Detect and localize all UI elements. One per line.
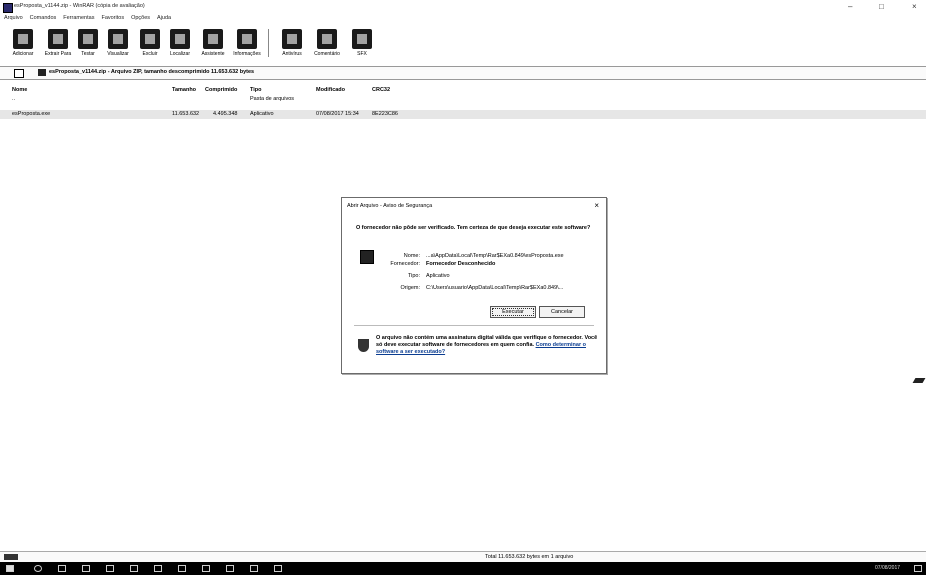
execute-button[interactable]: Executar [490,306,536,318]
find-button[interactable]: Localizar [163,25,197,57]
column-modified[interactable]: Modificado [316,87,345,93]
mouse-cursor-icon [912,378,926,383]
tray-date: 07/08/2017 [875,565,901,571]
row-type: Pasta de arquivos [250,96,295,102]
task-view-icon[interactable] [58,565,66,572]
menu-bar: Arquivo Comandos Ferramentas Favoritos O… [0,15,926,25]
menu-ferramentas[interactable]: Ferramentas [63,15,94,25]
taskbar: 07/08/2017 [0,562,926,575]
cancel-button[interactable]: Cancelar [539,306,585,318]
toolbar-divider [268,29,269,57]
sfx-icon [352,29,372,49]
row-name: esProposta.exe [12,111,51,117]
winrar-taskbar-icon[interactable] [226,565,234,572]
status-text: Total 11.653.632 bytes em 1 arquivo [485,554,574,560]
up-folder-button[interactable] [14,69,24,78]
minimize-button[interactable]: – [848,2,852,11]
name-label: Nome: [403,253,420,259]
wizard-icon [203,29,223,49]
origin-label: Origem: [400,285,420,291]
archive-icon [38,69,46,76]
menu-arquivo[interactable]: Arquivo [4,15,23,25]
dialog-divider [354,325,594,326]
app-icon-5[interactable] [274,565,282,572]
explorer-icon[interactable] [106,565,114,572]
close-button[interactable]: × [912,2,917,11]
app-icon-3[interactable] [202,565,210,572]
find-icon [170,29,190,49]
file-list-header: Nome Tamanho Comprimido Tipo Modificado … [0,86,926,95]
type-value: Aplicativo [426,273,450,279]
test-button[interactable]: Testar [71,25,105,57]
test-icon [78,29,98,49]
publisher-value: Fornecedor Desconhecido [426,261,496,267]
info-button[interactable]: Informações [230,25,264,57]
column-crc[interactable]: CRC32 [372,87,390,93]
row-name: .. [12,96,16,102]
start-icon[interactable] [6,565,14,572]
app-icon-1[interactable] [154,565,162,572]
dialog-close-button[interactable]: × [594,201,599,210]
extract-button[interactable]: Extrair Para [41,25,75,57]
unsigned-warning: O arquivo não contém uma assinatura digi… [376,335,600,356]
toolbar: Adicionar Extrair Para Testar Visualizar… [0,25,926,63]
name-value: ...a\AppData\Local\Temp\Rar$EXa0.849\esP… [426,253,564,259]
comment-button[interactable]: Comentário [310,25,344,57]
title-bar: esProposta_v1144.zip - WinRAR (cópia de … [0,0,926,14]
antivirus-button[interactable]: Antivírus [275,25,309,57]
delete-icon [140,29,160,49]
extract-icon [48,29,68,49]
winrar-icon [3,3,13,13]
row-size: 11.653.632 [172,111,200,117]
table-row[interactable]: esProposta.exe 11.653.632 4.495.348 Apli… [0,110,926,119]
edge-icon[interactable] [82,565,90,572]
origin-value: C:\Users\usuario\AppData\Local\Temp\Rar$… [426,285,564,291]
column-packed[interactable]: Comprimido [205,87,237,93]
column-type[interactable]: Tipo [250,87,262,93]
delete-button[interactable]: Excluir [133,25,167,57]
info-icon [237,29,257,49]
menu-comandos[interactable]: Comandos [30,15,57,25]
table-row[interactable]: .. Pasta de arquivos [0,95,926,104]
menu-ajuda[interactable]: Ajuda [157,15,171,25]
comment-icon [317,29,337,49]
view-icon [108,29,128,49]
window-title: esProposta_v1144.zip - WinRAR (cópia de … [14,3,145,9]
status-bar: Total 11.653.632 bytes em 1 arquivo [0,551,926,562]
notification-icon[interactable] [914,565,922,572]
sfx-button[interactable]: SFX [345,25,379,57]
menu-opcoes[interactable]: Opções [131,15,150,25]
app-icon-4[interactable] [250,565,258,572]
security-warning-dialog: Abrir Arquivo - Aviso de Segurança × O f… [341,197,607,374]
wizard-button[interactable]: Assistente [196,25,230,57]
menu-favoritos[interactable]: Favoritos [101,15,124,25]
app-icon-2[interactable] [178,565,186,572]
row-crc: 8E223C86 [372,111,398,117]
shield-warning-icon [358,339,369,352]
row-modified: 07/08/2017 15:34 [316,111,359,117]
store-icon[interactable] [130,565,138,572]
column-name[interactable]: Nome [12,87,27,93]
add-icon [13,29,33,49]
type-label: Tipo: [407,273,420,279]
add-button[interactable]: Adicionar [6,25,40,57]
dialog-title: Abrir Arquivo - Aviso de Segurança [347,203,433,209]
dialog-question: O fornecedor não pôde ser verificado. Te… [356,225,591,231]
antivirus-icon [282,29,302,49]
publisher-label: Fornecedor: [390,261,420,267]
row-packed: 4.495.348 [213,111,238,117]
status-icons [4,554,18,560]
maximize-button[interactable]: □ [879,2,884,11]
address-bar: esProposta_v1144.zip - Arquivo ZIP, tama… [0,66,926,80]
view-button[interactable]: Visualizar [101,25,135,57]
column-size[interactable]: Tamanho [172,87,196,93]
row-type: Aplicativo [250,111,274,117]
archive-path[interactable]: esProposta_v1144.zip - Arquivo ZIP, tama… [49,69,254,75]
search-icon[interactable] [34,565,42,572]
